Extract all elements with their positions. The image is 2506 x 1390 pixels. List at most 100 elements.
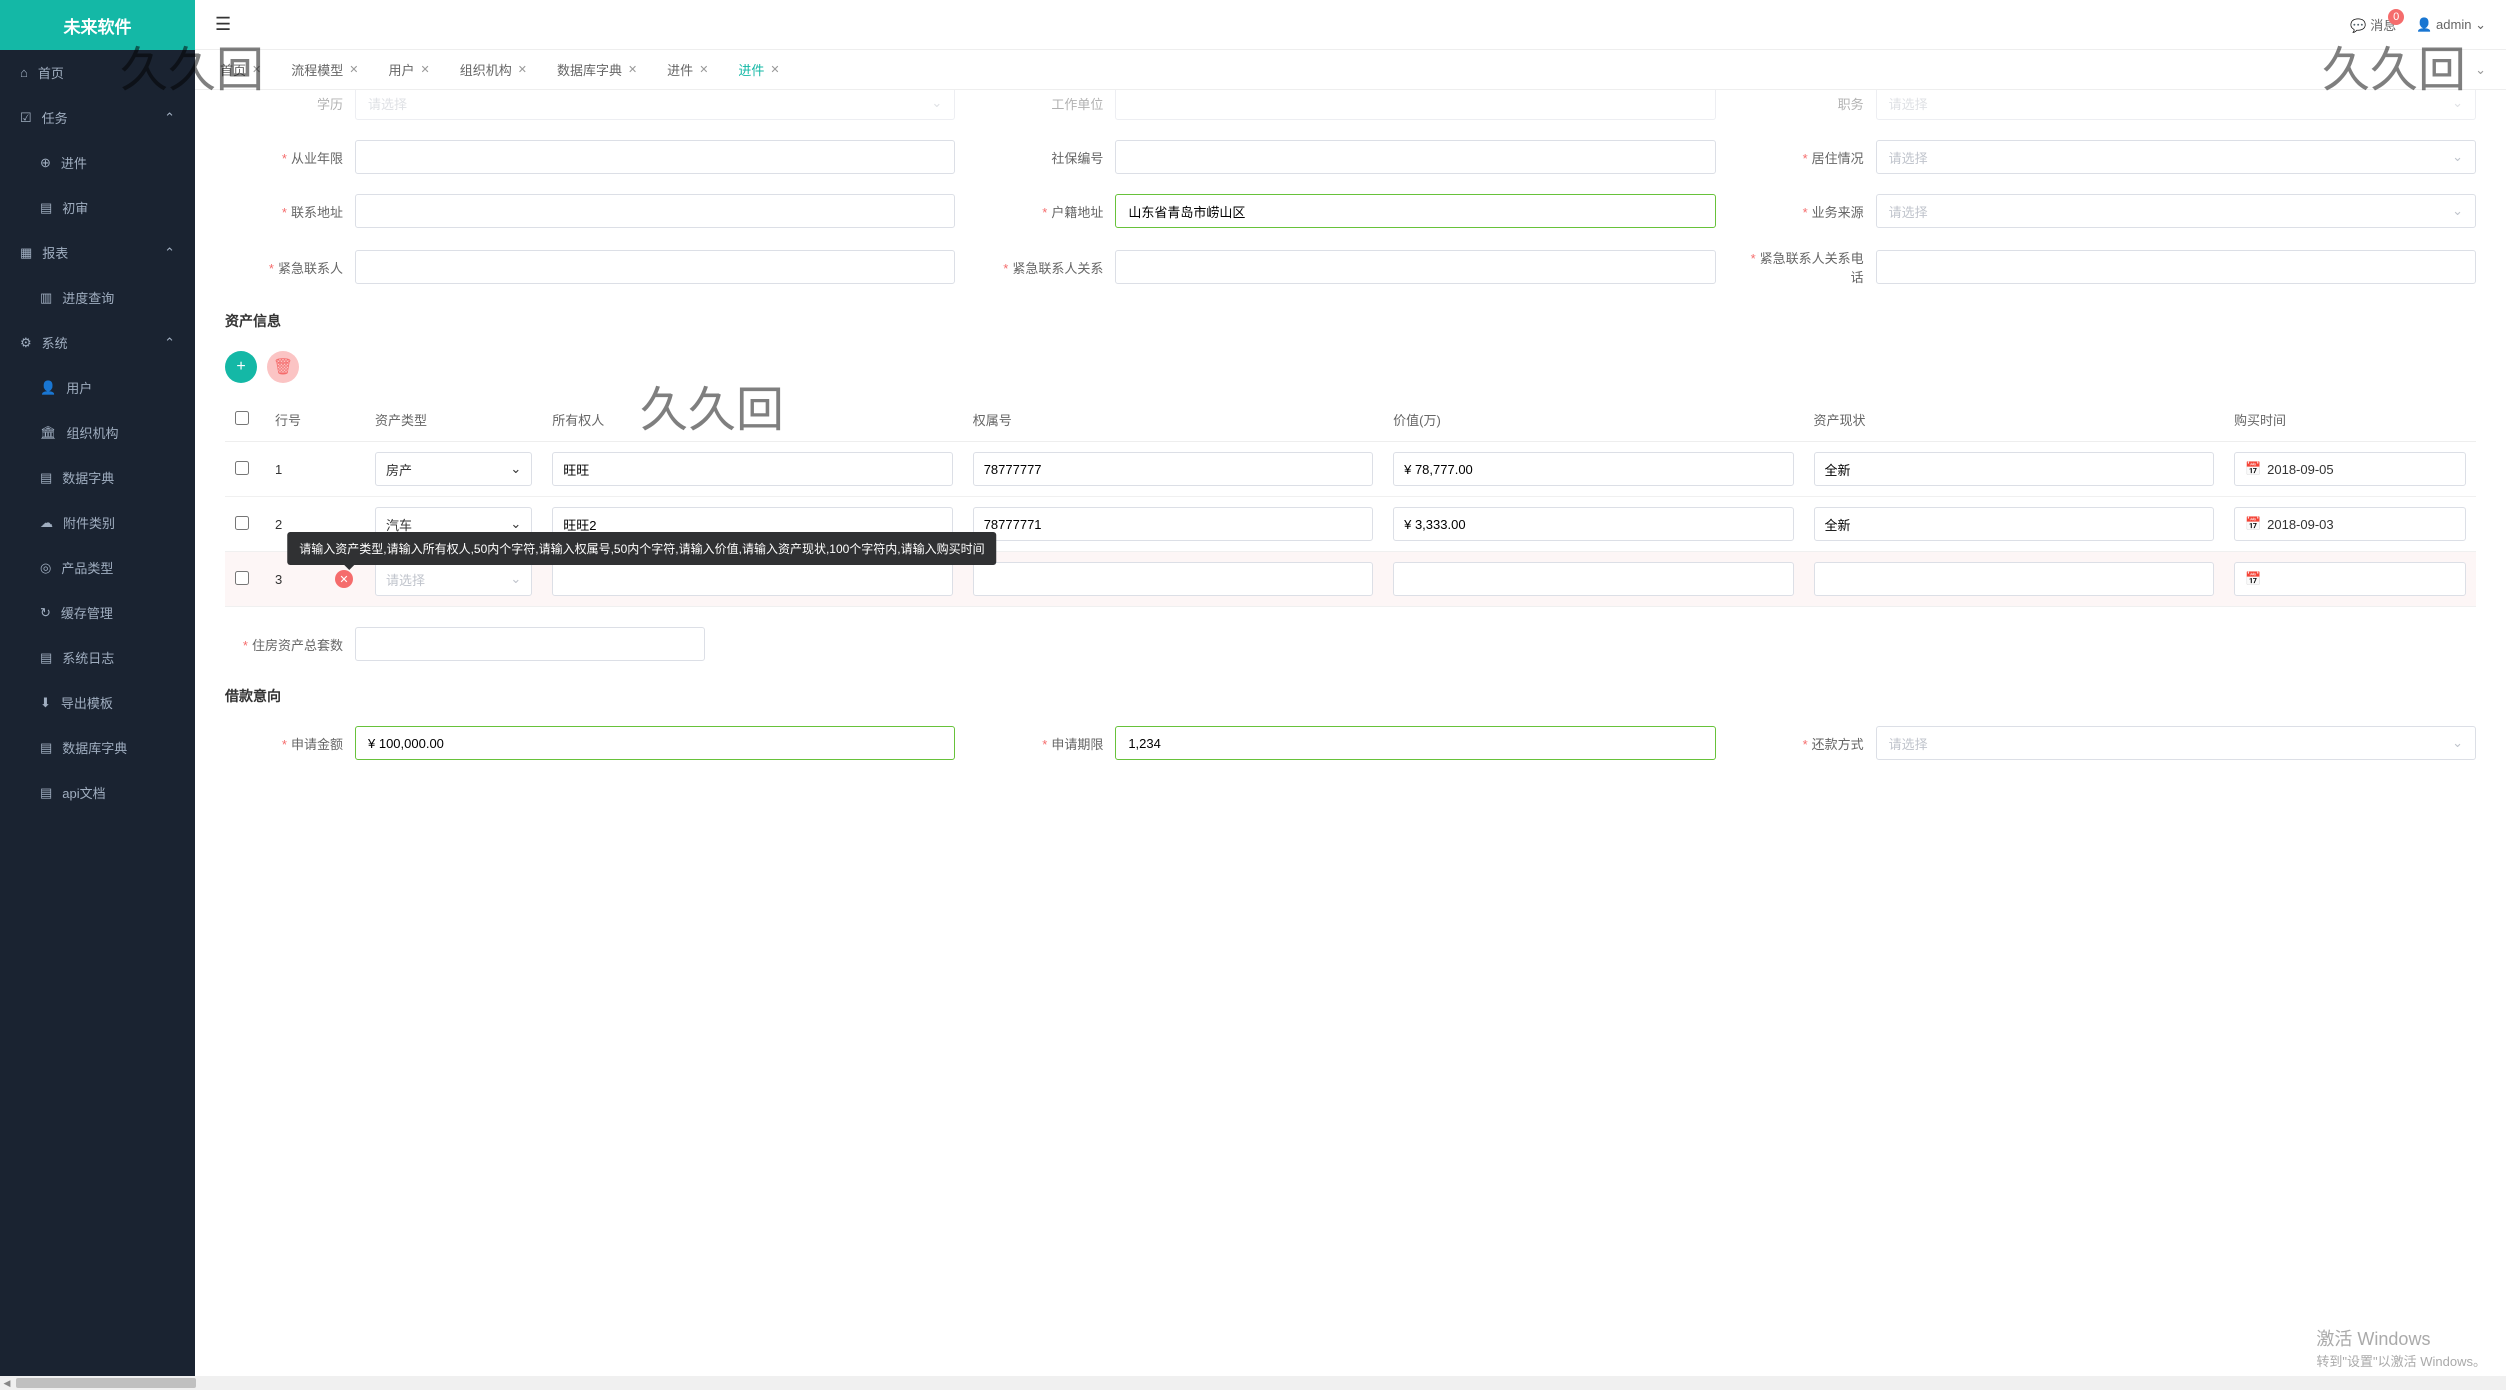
- congye-input[interactable]: [355, 140, 955, 174]
- hamburger-icon[interactable]: ☰: [215, 14, 231, 35]
- zhiwu-select[interactable]: 请选择⌄: [1876, 90, 2476, 120]
- user-menu[interactable]: 👤 admin ⌄: [2416, 17, 2486, 33]
- value-input[interactable]: [1393, 452, 1793, 486]
- tab-jinjian1[interactable]: 进件✕: [652, 50, 723, 89]
- menu-report[interactable]: ▦ 报表 ⌃: [0, 230, 195, 275]
- date-input[interactable]: 📅: [2234, 562, 2466, 596]
- jinji-label: 紧急联系人: [225, 258, 355, 277]
- close-icon[interactable]: ✕: [349, 63, 358, 76]
- close-icon[interactable]: ✕: [252, 63, 261, 76]
- tab-home[interactable]: 首页✕: [205, 50, 276, 89]
- log-icon: ▤: [40, 650, 52, 666]
- submenu-chushen[interactable]: ▤初审: [0, 185, 195, 230]
- close-icon[interactable]: ✕: [420, 63, 429, 76]
- juzhu-select[interactable]: 请选择⌄: [1876, 140, 2476, 174]
- tab-menu-button[interactable]: ⌄: [2475, 62, 2496, 78]
- value-input[interactable]: [1393, 507, 1793, 541]
- notification-button[interactable]: 💬 消息 0: [2350, 15, 2396, 34]
- certno-input[interactable]: [973, 562, 1373, 596]
- db-icon: ▤: [40, 740, 52, 756]
- submenu-progress[interactable]: ▥进度查询: [0, 275, 195, 320]
- scroll-thumb[interactable]: [16, 1378, 196, 1388]
- lianxi-label: 联系地址: [225, 202, 355, 221]
- chevron-down-icon: ⌄: [2452, 95, 2463, 111]
- select-all-checkbox[interactable]: [235, 411, 249, 425]
- close-icon[interactable]: ✕: [699, 63, 708, 76]
- add-row-button[interactable]: +: [225, 351, 257, 383]
- status-input[interactable]: [1814, 452, 2214, 486]
- owner-input[interactable]: [552, 452, 952, 486]
- submenu-export[interactable]: ⬇导出模板: [0, 680, 195, 725]
- lianxi-input[interactable]: [355, 194, 955, 228]
- gongzuo-label: 工作单位: [985, 94, 1115, 113]
- close-icon[interactable]: ✕: [518, 63, 527, 76]
- error-icon[interactable]: ✕请输入资产类型,请输入所有权人,50内个字符,请输入权属号,50内个字符,请输…: [335, 570, 353, 588]
- submenu-log[interactable]: ▤系统日志: [0, 635, 195, 680]
- date-input[interactable]: 📅2018-09-05: [2234, 452, 2466, 486]
- submenu-org[interactable]: 🏛组织机构: [0, 410, 195, 455]
- type-select[interactable]: 请选择⌄: [375, 562, 532, 596]
- yewu-select[interactable]: 请选择⌄: [1876, 194, 2476, 228]
- xueli-select[interactable]: 请选择⌄: [355, 90, 955, 120]
- chevron-down-icon: ⌄: [510, 461, 521, 477]
- submenu-api[interactable]: ▤api文档: [0, 770, 195, 815]
- tab-jinjian2[interactable]: 进件✕: [723, 50, 794, 89]
- tab-user[interactable]: 用户✕: [373, 50, 444, 89]
- submenu-dbdict[interactable]: ▤数据库字典: [0, 725, 195, 770]
- guanxi-label: 紧急联系人关系: [985, 258, 1115, 277]
- submenu-dict[interactable]: ▤数据字典: [0, 455, 195, 500]
- submenu-product[interactable]: ◎产品类型: [0, 545, 195, 590]
- calendar-icon: 📅: [2245, 571, 2261, 587]
- menu-task[interactable]: ☑ 任务 ⌃: [0, 95, 195, 140]
- error-tooltip: 请输入资产类型,请输入所有权人,50内个字符,请输入权属号,50内个字符,请输入…: [287, 532, 996, 565]
- col-certno: 权属号: [963, 398, 1383, 442]
- gongzuo-input[interactable]: [1115, 90, 1715, 120]
- row-checkbox[interactable]: [235, 516, 249, 530]
- menu-home[interactable]: ⌂ 首页: [0, 50, 195, 95]
- col-type: 资产类型: [365, 398, 542, 442]
- row-checkbox[interactable]: [235, 461, 249, 475]
- huji-input[interactable]: [1115, 194, 1715, 228]
- home-icon: ⌂: [20, 65, 28, 80]
- guanxi-input[interactable]: [1115, 250, 1715, 284]
- chevron-down-icon: ⌄: [931, 95, 942, 111]
- yewu-label: 业务来源: [1746, 202, 1876, 221]
- menu-system[interactable]: ⚙ 系统 ⌃: [0, 320, 195, 365]
- shebao-input[interactable]: [1115, 140, 1715, 174]
- owner-input[interactable]: [552, 562, 952, 596]
- submenu-jinjian[interactable]: ⊕进件: [0, 140, 195, 185]
- submenu-cache[interactable]: ↻缓存管理: [0, 590, 195, 635]
- certno-input[interactable]: [973, 452, 1373, 486]
- close-icon[interactable]: ✕: [628, 63, 637, 76]
- dianhua-label: 紧急联系人关系电话: [1746, 248, 1876, 286]
- horizontal-scrollbar[interactable]: ◀: [0, 1376, 2506, 1390]
- submenu-user[interactable]: 👤用户: [0, 365, 195, 410]
- repay-label: 还款方式: [1746, 734, 1876, 753]
- type-select[interactable]: 房产⌄: [375, 452, 532, 486]
- status-input[interactable]: [1814, 562, 2214, 596]
- certno-input[interactable]: [973, 507, 1373, 541]
- download-icon: ⬇: [40, 695, 51, 711]
- period-input[interactable]: [1115, 726, 1715, 760]
- repay-select[interactable]: 请选择⌄: [1876, 726, 2476, 760]
- tab-org[interactable]: 组织机构✕: [445, 50, 542, 89]
- row-checkbox[interactable]: [235, 571, 249, 585]
- doc-icon: ▤: [40, 200, 52, 216]
- dianhua-input[interactable]: [1876, 250, 2476, 284]
- amount-input[interactable]: [355, 726, 955, 760]
- jinji-input[interactable]: [355, 250, 955, 284]
- org-icon: 🏛: [40, 425, 57, 441]
- date-input[interactable]: 📅2018-09-03: [2234, 507, 2466, 541]
- chevron-up-icon: ⌃: [164, 245, 175, 261]
- housing-input[interactable]: [355, 627, 705, 661]
- close-icon[interactable]: ✕: [770, 63, 779, 76]
- housing-label: 住房资产总套数: [225, 635, 355, 654]
- delete-row-button[interactable]: 🗑: [267, 351, 299, 383]
- scroll-left-arrow[interactable]: ◀: [0, 1376, 14, 1390]
- tab-flow[interactable]: 流程模型✕: [276, 50, 373, 89]
- submenu-attach[interactable]: ☁附件类别: [0, 500, 195, 545]
- value-input[interactable]: [1393, 562, 1793, 596]
- status-input[interactable]: [1814, 507, 2214, 541]
- notification-badge: 0: [2388, 9, 2404, 25]
- tab-dbdict[interactable]: 数据库字典✕: [542, 50, 652, 89]
